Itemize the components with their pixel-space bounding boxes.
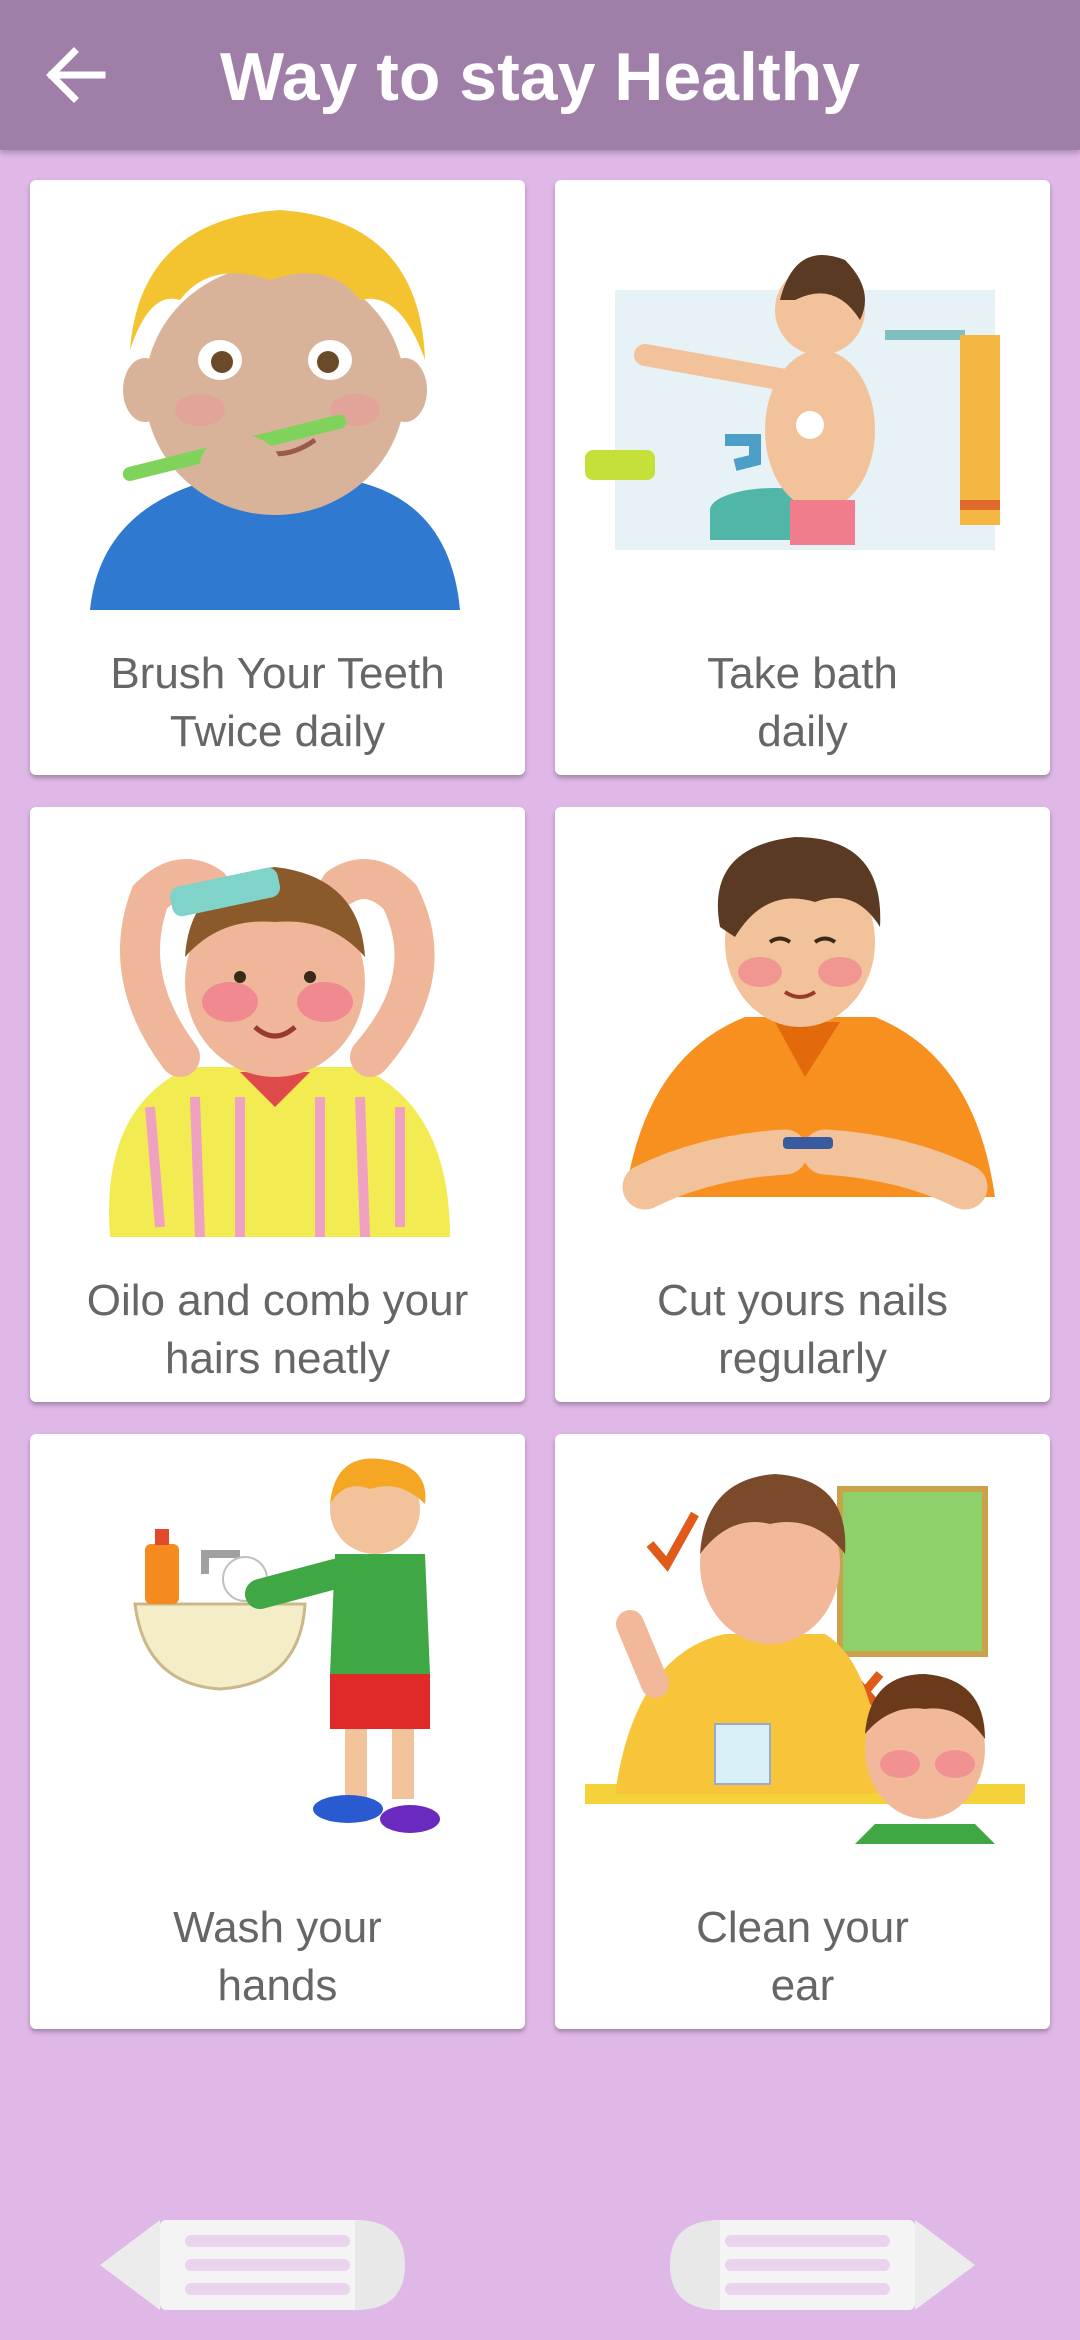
caption-line: daily [757, 707, 848, 756]
caption-line: hands [217, 1961, 338, 2010]
brushing-teeth-illustration [30, 180, 525, 650]
caption-line: hairs neatly [164, 1334, 390, 1383]
caption-line: ear [770, 1961, 835, 2010]
app-bar: Way to stay Healthy [0, 0, 1080, 150]
next-button[interactable] [665, 2205, 985, 2325]
caption-line: Clean your [696, 1903, 909, 1952]
previous-button[interactable] [90, 2205, 410, 2325]
caption-line: Take bath [707, 649, 898, 698]
washing-hands-illustration [30, 1434, 525, 1904]
caption-line: Wash your [173, 1903, 382, 1952]
card-caption: Clean your ear [565, 1899, 1040, 2015]
caption-line: Twice daily [169, 707, 386, 756]
card-take-bath[interactable]: Take bath daily [555, 180, 1050, 775]
combing-hair-illustration [30, 807, 525, 1277]
card-comb-hair[interactable]: Oilo and comb your hairs neatly [30, 807, 525, 1402]
caption-line: Cut yours nails [656, 1276, 948, 1325]
card-caption: Brush Your Teeth Twice daily [40, 645, 515, 761]
pencil-arrow-left-icon [100, 2220, 405, 2310]
caption-line: Oilo and comb your [86, 1276, 469, 1325]
card-brush-teeth[interactable]: Brush Your Teeth Twice daily [30, 180, 525, 775]
pencil-arrow-right-icon [670, 2220, 975, 2310]
card-caption: Take bath daily [565, 645, 1040, 761]
caption-line: Brush Your Teeth [110, 649, 445, 698]
caption-line: regularly [718, 1334, 887, 1383]
card-caption: Oilo and comb your hairs neatly [40, 1272, 515, 1388]
bathing-illustration [555, 180, 1050, 650]
card-clean-ear[interactable]: Clean your ear [555, 1434, 1050, 2029]
card-caption: Wash your hands [40, 1899, 515, 2015]
card-cut-nails[interactable]: Cut yours nails regularly [555, 807, 1050, 1402]
arrow-left-icon [46, 47, 106, 103]
page-title: Way to stay Healthy [220, 39, 860, 115]
cleaning-ears-illustration [555, 1434, 1050, 1904]
cutting-nails-illustration [555, 807, 1050, 1277]
back-button[interactable] [30, 30, 120, 120]
card-caption: Cut yours nails regularly [565, 1272, 1040, 1388]
card-wash-hands[interactable]: Wash your hands [30, 1434, 525, 2029]
